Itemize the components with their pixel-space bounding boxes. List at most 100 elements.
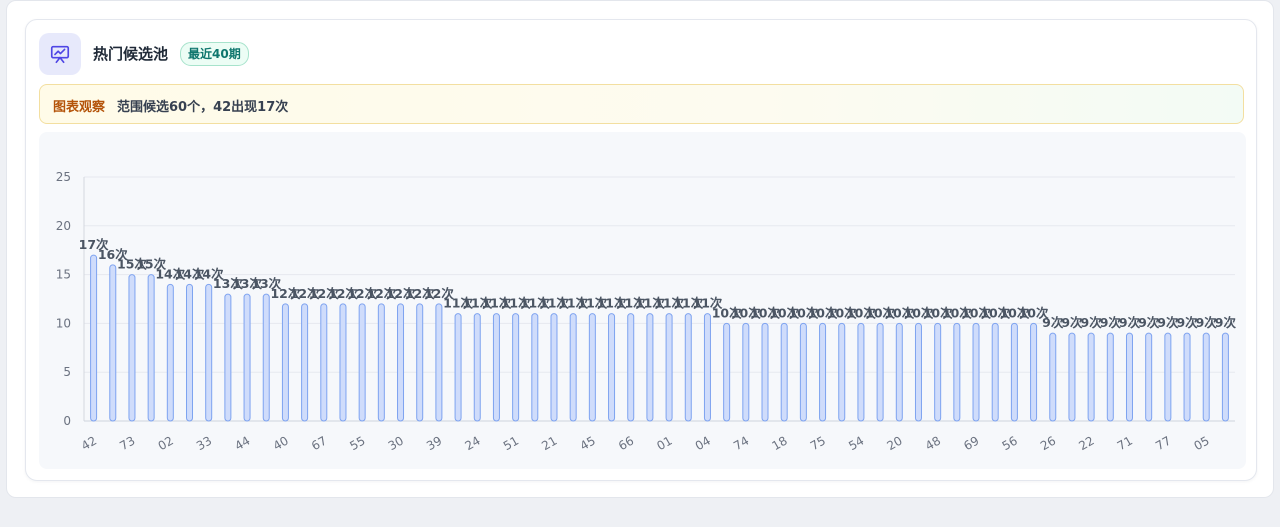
x-tick-label: 22 — [1076, 433, 1096, 453]
bar — [1202, 332, 1210, 422]
page-panel: 热门候选池 最近40期 图表观察 范围候选60个，42出现17次 0 5 10 15 2… — [6, 0, 1274, 498]
observation-text: 范围候选60个，42出现17次 — [117, 100, 289, 115]
bar — [397, 303, 405, 422]
bar — [665, 313, 673, 422]
bar — [473, 313, 481, 422]
x-tick-label: 48 — [923, 433, 943, 453]
x-tick-label: 30 — [386, 433, 406, 453]
bar — [301, 303, 309, 422]
card-title: 热门候选池 — [93, 45, 169, 63]
bar — [1106, 332, 1114, 422]
x-tick-label: 77 — [1153, 433, 1173, 453]
x-tick-label: 73 — [117, 433, 137, 453]
bar — [186, 283, 194, 422]
bar — [550, 313, 558, 422]
bar — [416, 303, 424, 422]
bar — [1221, 332, 1229, 422]
bar — [1164, 332, 1172, 422]
bar — [1183, 332, 1191, 422]
bar — [109, 264, 117, 422]
x-tick-label: 55 — [347, 433, 367, 453]
bar — [1145, 332, 1153, 422]
bar — [588, 313, 596, 422]
x-tick-label: 75 — [808, 433, 828, 453]
y-tick-label: 0 — [63, 414, 71, 428]
y-tick-label: 10 — [56, 316, 71, 330]
bar — [1010, 322, 1018, 422]
bar — [435, 303, 443, 422]
x-tick-label: 24 — [463, 433, 483, 453]
bar — [780, 322, 788, 422]
bar — [128, 274, 136, 422]
bar — [531, 313, 539, 422]
bar — [205, 283, 213, 422]
x-tick-label: 02 — [156, 433, 176, 453]
bar — [339, 303, 347, 422]
bar — [166, 283, 174, 422]
x-tick-label: 42 — [79, 433, 99, 453]
bar — [1049, 332, 1057, 422]
y-tick-label: 15 — [56, 268, 71, 282]
period-badge: 最近40期 — [180, 42, 249, 66]
bar — [895, 322, 903, 422]
x-tick-label: 05 — [1191, 433, 1211, 453]
bar — [1068, 332, 1076, 422]
bar — [224, 293, 232, 422]
bar — [147, 274, 155, 422]
x-tick-label: 18 — [769, 433, 789, 453]
bar — [934, 322, 942, 422]
bar — [857, 322, 865, 422]
bar — [377, 303, 385, 422]
x-tick-label: 66 — [616, 433, 636, 453]
x-tick-label: 21 — [539, 433, 559, 453]
x-tick-label: 56 — [1000, 433, 1020, 453]
x-tick-label: 20 — [885, 433, 905, 453]
bar — [953, 322, 961, 422]
bar — [838, 322, 846, 422]
frequency-bar-chart: 051015202517次16次15次15次14次14次14次13次13次13次… — [56, 170, 1237, 453]
bar — [358, 303, 366, 422]
bar — [914, 322, 922, 422]
observation-banner: 图表观察 范围候选60个，42出现17次 — [39, 84, 1244, 124]
observation-label: 图表观察 — [53, 100, 106, 115]
bar-value-label: 9次 — [1215, 315, 1237, 330]
x-tick-label: 01 — [654, 433, 674, 453]
x-tick-label: 40 — [271, 433, 291, 453]
x-tick-label: 04 — [693, 433, 713, 453]
bar — [742, 322, 750, 422]
bar — [684, 313, 692, 422]
x-tick-label: 54 — [846, 433, 866, 453]
bar — [320, 303, 328, 422]
chart-area: 0 5 10 15 20 25 17次 16次 15次 15次 14次 14次 14次 13次 13次 13次… — [39, 132, 1246, 469]
bar — [262, 293, 270, 422]
hot-candidates-card: 热门候选池 最近40期 图表观察 范围候选60个，42出现17次 0 5 10 15 2… — [25, 19, 1257, 481]
y-tick-label: 20 — [56, 219, 71, 233]
y-tick-label: 25 — [56, 170, 71, 184]
y-tick-label: 5 — [63, 365, 71, 379]
bar — [627, 313, 635, 422]
bar — [761, 322, 769, 422]
x-tick-label: 67 — [309, 433, 329, 453]
bar — [819, 322, 827, 422]
bar — [799, 322, 807, 422]
bar — [703, 313, 711, 422]
bar — [454, 313, 462, 422]
bar — [492, 313, 500, 422]
x-tick-label: 26 — [1038, 433, 1058, 453]
bar — [1125, 332, 1133, 422]
x-tick-label: 74 — [731, 433, 751, 453]
x-tick-label: 33 — [194, 433, 214, 453]
x-tick-label: 44 — [232, 433, 252, 453]
x-tick-label: 69 — [961, 433, 981, 453]
x-tick-label: 71 — [1115, 433, 1135, 453]
presentation-chart-icon — [39, 33, 81, 75]
bar — [646, 313, 654, 422]
bar — [723, 322, 731, 422]
x-tick-label: 51 — [501, 433, 521, 453]
bar — [243, 293, 251, 422]
bar — [569, 313, 577, 422]
bar — [281, 303, 289, 422]
bar — [972, 322, 980, 422]
bar — [991, 322, 999, 422]
bar — [1087, 332, 1095, 422]
